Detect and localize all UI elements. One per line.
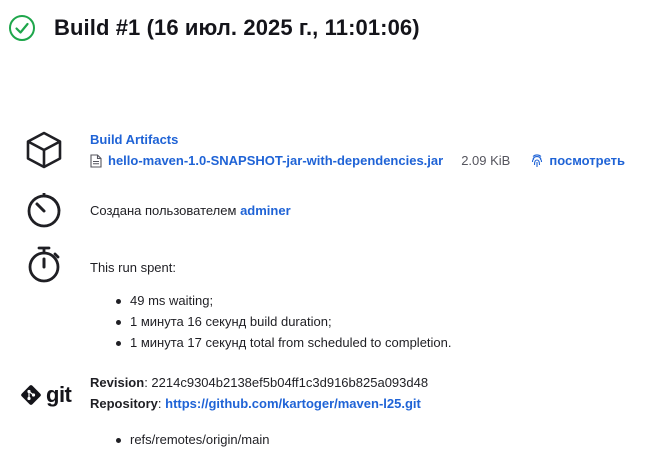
- revision-label: Revision: [90, 375, 145, 390]
- artifacts-section: Build Artifacts hello-maven-1.0-SNAPSHOT…: [24, 130, 650, 170]
- timing-section: This run spent:: [24, 245, 176, 285]
- timing-item: 1 минута 17 секунд total from scheduled …: [116, 335, 452, 350]
- timing-list: 49 ms waiting; 1 минута 16 секунд build …: [116, 293, 452, 356]
- stopwatch-icon: [28, 246, 60, 283]
- check-circle-icon: [9, 15, 35, 41]
- user-link[interactable]: adminer: [240, 203, 291, 218]
- timing-title: This run spent:: [90, 260, 176, 275]
- repository-link[interactable]: https://github.com/kartoger/maven-l25.gi…: [165, 396, 421, 411]
- repository-line: Repository: https://github.com/kartoger/…: [90, 396, 421, 411]
- package-icon: [26, 131, 62, 169]
- artifact-item: hello-maven-1.0-SNAPSHOT-jar-with-depend…: [90, 153, 650, 168]
- fingerprint-icon: [532, 153, 543, 167]
- repository-label: Repository: [90, 396, 158, 411]
- revision-hash: 2214c9304b2138ef5b04ff1c3d916b825a093d48: [151, 375, 429, 390]
- git-diamond-icon: [21, 385, 41, 405]
- git-info: Revision: 2214c9304b2138ef5b04ff1c3d916b…: [90, 375, 428, 417]
- page-title: Build #1 (16 июл. 2025 г., 11:01:06): [54, 15, 420, 40]
- timing-item: 49 ms waiting;: [116, 293, 452, 308]
- view-fingerprint-link[interactable]: посмотреть: [530, 153, 625, 168]
- branch-item: refs/remotes/origin/main: [116, 432, 269, 447]
- git-logo-text: git: [46, 382, 72, 407]
- branch-list: refs/remotes/origin/main: [116, 432, 269, 453]
- file-icon: [90, 153, 102, 168]
- artifact-file-link[interactable]: hello-maven-1.0-SNAPSHOT-jar-with-depend…: [108, 153, 443, 168]
- view-label: посмотреть: [549, 153, 625, 168]
- artifact-size: 2.09 KiB: [461, 153, 511, 168]
- started-by-text: Создана пользователем: [90, 203, 237, 218]
- timing-item: 1 минута 16 секунд build duration;: [116, 314, 452, 329]
- build-header: Build #1 (16 июл. 2025 г., 11:01:06): [8, 14, 420, 42]
- git-logo: git: [20, 382, 72, 408]
- started-by-section: Создана пользователем adminer: [24, 190, 291, 230]
- revision-line: Revision: 2214c9304b2138ef5b04ff1c3d916b…: [90, 375, 429, 390]
- timer-icon: [27, 193, 61, 228]
- build-artifacts-link[interactable]: Build Artifacts: [90, 132, 650, 147]
